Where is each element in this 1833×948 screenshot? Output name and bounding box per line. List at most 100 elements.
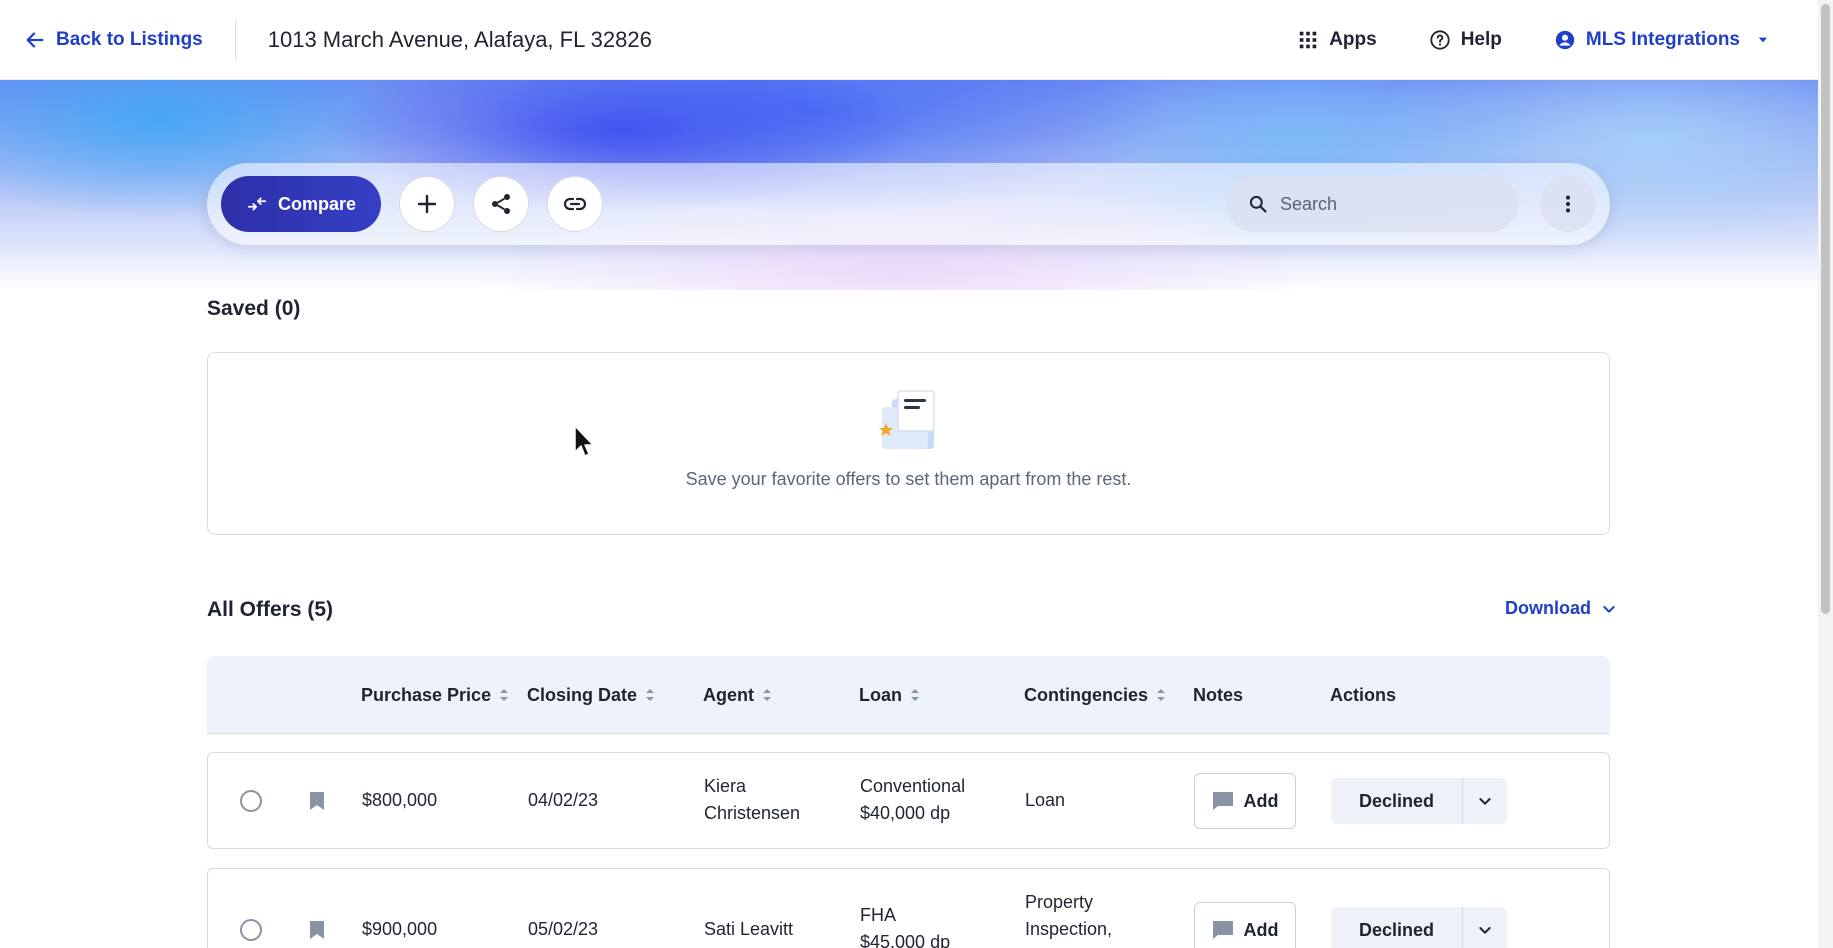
table-row: $900,000 05/02/23 Sati Leavitt FHA $45,0… [207, 868, 1610, 948]
column-label-loan: Loan [859, 684, 902, 705]
download-label: Download [1505, 598, 1591, 618]
cell-loan: FHA $45,000 dp [860, 902, 950, 948]
column-label-closing-date: Closing Date [527, 684, 638, 705]
row-select-radio[interactable] [240, 790, 262, 812]
column-header-loan[interactable]: Loan [859, 656, 920, 734]
account-menu[interactable]: MLS Integrations [1554, 29, 1770, 51]
page-scrollbar[interactable] [1818, 0, 1833, 948]
copy-link-button[interactable] [547, 176, 603, 232]
search-box[interactable] [1226, 176, 1518, 232]
add-note-label: Add [1243, 790, 1279, 811]
cell-contingencies-line1: Property [1025, 892, 1094, 912]
arrow-left-icon [26, 31, 44, 48]
column-header-purchase-price[interactable]: Purchase Price [361, 656, 509, 734]
offers-toolbar: Compare [207, 163, 1610, 245]
more-vertical-icon [1565, 195, 1571, 213]
column-header-actions: Actions [1330, 656, 1396, 734]
column-label-notes: Notes [1193, 684, 1244, 705]
account-label: MLS Integrations [1585, 28, 1740, 50]
search-input[interactable] [1280, 193, 1480, 215]
share-icon [492, 194, 510, 214]
cell-loan-line1: Conventional [860, 776, 966, 796]
compare-arrows-icon [247, 197, 267, 211]
page-title: 1013 March Avenue, Alafaya, FL 32826 [267, 26, 652, 52]
sort-icon [1157, 689, 1166, 701]
cell-loan-line1: FHA [860, 905, 896, 925]
download-button[interactable]: Download [1505, 598, 1617, 619]
top-bar: Back to Listings 1013 March Avenue, Alaf… [0, 0, 1818, 80]
chevron-down-icon [1479, 798, 1491, 805]
add-note-button[interactable]: Add [1194, 773, 1296, 829]
header-divider [234, 20, 236, 59]
column-header-notes: Notes [1193, 656, 1243, 734]
cell-agent: Kiera Christensen [704, 773, 800, 827]
cell-agent-line2: Christensen [704, 803, 801, 823]
saved-empty-state: Save your favorite offers to set them ap… [207, 352, 1610, 535]
caret-down-icon [1758, 37, 1768, 42]
row-select-radio[interactable] [240, 919, 262, 941]
back-to-listings-label: Back to Listings [56, 28, 203, 50]
grid-icon [1299, 31, 1317, 48]
status-caret-button[interactable] [1462, 778, 1507, 824]
saved-section-title: Saved (0) [207, 297, 301, 320]
cell-contingencies-line2: Inspection, [1025, 919, 1113, 939]
column-label-purchase-price: Purchase Price [361, 684, 492, 705]
help-circle-icon [1430, 29, 1450, 50]
cell-closing-date: 05/02/23 [528, 919, 599, 939]
bookmark-icon[interactable] [309, 920, 325, 940]
compare-label: Compare [277, 193, 357, 214]
apps-button[interactable]: Apps [1297, 29, 1377, 51]
status-button[interactable]: Declined [1331, 778, 1462, 824]
add-offer-button[interactable] [399, 176, 455, 232]
cell-agent: Sati Leavitt [704, 916, 793, 943]
cell-closing-date: 04/02/23 [528, 790, 599, 810]
column-header-contingencies[interactable]: Contingencies [1024, 656, 1166, 734]
cell-purchase-price: $900,000 [362, 919, 438, 939]
column-label-agent: Agent [703, 684, 754, 705]
sort-icon [500, 689, 509, 701]
cell-agent-line1: Kiera [704, 776, 747, 796]
cell-agent-line1: Sati Leavitt [704, 919, 794, 939]
help-label: Help [1460, 28, 1502, 50]
chevron-down-icon [1479, 927, 1491, 934]
more-options-button[interactable] [1540, 176, 1596, 232]
status-dropdown: Declined [1331, 778, 1507, 824]
cell-contingencies: Property Inspection, [1025, 889, 1112, 943]
link-icon [563, 197, 587, 211]
add-note-button[interactable]: Add [1194, 902, 1296, 948]
saved-empty-message: Save your favorite offers to set them ap… [685, 469, 1132, 489]
status-caret-button[interactable] [1462, 907, 1507, 948]
all-offers-title: All Offers (5) [207, 598, 334, 621]
saved-offers-illustration-icon [878, 390, 935, 449]
plus-icon [417, 194, 437, 214]
column-label-actions: Actions [1330, 684, 1397, 705]
column-header-agent[interactable]: Agent [703, 656, 772, 734]
column-header-closing-date[interactable]: Closing Date [527, 656, 655, 734]
apps-label: Apps [1329, 28, 1377, 50]
sort-icon [646, 689, 655, 701]
scrollbar-thumb[interactable] [1821, 4, 1830, 614]
cell-loan: Conventional $40,000 dp [860, 773, 965, 827]
cell-contingencies-line1: Loan [1025, 790, 1066, 810]
cell-purchase-price: $800,000 [362, 790, 438, 810]
compare-button[interactable]: Compare [221, 176, 381, 232]
add-note-label: Add [1243, 919, 1279, 940]
cell-contingencies: Loan [1025, 787, 1065, 814]
comment-icon [1212, 921, 1233, 939]
cell-loan-line2: $45,000 dp [860, 932, 951, 948]
chevron-down-icon [1603, 605, 1615, 613]
column-label-contingencies: Contingencies [1024, 684, 1149, 705]
status-button[interactable]: Declined [1331, 907, 1462, 948]
sort-icon [911, 689, 919, 701]
bookmark-icon[interactable] [309, 791, 325, 811]
help-button[interactable]: Help [1429, 29, 1502, 51]
comment-icon [1212, 792, 1233, 810]
share-button[interactable] [473, 176, 529, 232]
table-row: $800,000 04/02/23 Kiera Christensen Conv… [207, 752, 1610, 849]
offers-table-header: Purchase Price Closing Date Agent Loan C… [207, 656, 1610, 734]
status-dropdown: Declined [1331, 907, 1507, 948]
back-to-listings-link[interactable]: Back to Listings [24, 29, 203, 51]
sort-icon [763, 689, 771, 701]
mouse-cursor-icon [574, 425, 594, 457]
search-icon [1249, 195, 1267, 213]
